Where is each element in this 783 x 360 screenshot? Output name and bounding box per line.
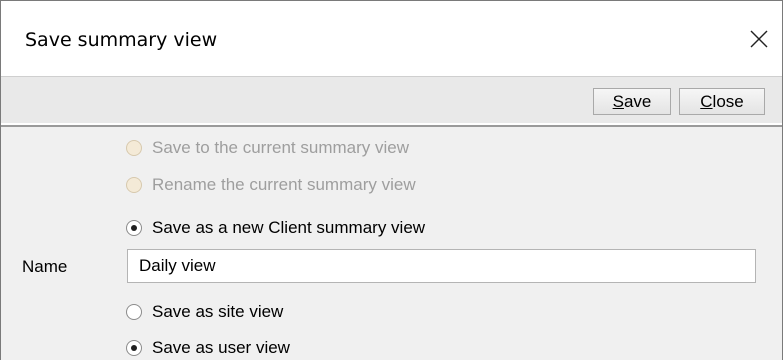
radio-label: Save as user view — [152, 338, 290, 357]
radio-site-view[interactable]: Save as site view — [126, 300, 283, 324]
name-input[interactable]: Daily view — [127, 249, 756, 283]
radio-rename-current[interactable]: Rename the current summary view — [126, 173, 416, 197]
radio-button[interactable] — [126, 304, 142, 320]
radio-label: Rename the current summary view — [152, 175, 416, 194]
name-label: Name — [22, 257, 68, 276]
radio-button[interactable] — [126, 220, 142, 236]
close-label: lose — [712, 92, 744, 111]
dialog-title: Save summary view — [25, 29, 218, 51]
title-bar[interactable]: Save summary view — [1, 1, 782, 76]
close-mnemonic: C — [700, 92, 713, 111]
radio-label: Save as a new Client summary view — [152, 218, 426, 237]
radio-button[interactable] — [126, 177, 142, 193]
close-icon[interactable] — [748, 28, 770, 50]
button-toolbar: Save Close — [1, 76, 782, 123]
radio-save-current[interactable]: Save to the current summary view — [126, 136, 409, 160]
radio-button[interactable] — [126, 340, 142, 356]
close-button[interactable]: Close — [679, 88, 765, 115]
radio-user-view[interactable]: Save as user view — [126, 336, 290, 360]
radio-label: Save to the current summary view — [152, 138, 409, 157]
save-mnemonic: S — [612, 92, 624, 111]
dialog-content: Save to the current summary view Rename … — [1, 127, 782, 360]
radio-label: Save as site view — [152, 302, 284, 321]
radio-button[interactable] — [126, 140, 142, 156]
save-summary-view-dialog: Save summary view Save Close Save to the… — [0, 0, 783, 360]
save-label: ave — [623, 92, 652, 111]
radio-save-new-client[interactable]: Save as a new Client summary view — [126, 216, 425, 240]
save-button[interactable]: Save — [593, 88, 671, 115]
